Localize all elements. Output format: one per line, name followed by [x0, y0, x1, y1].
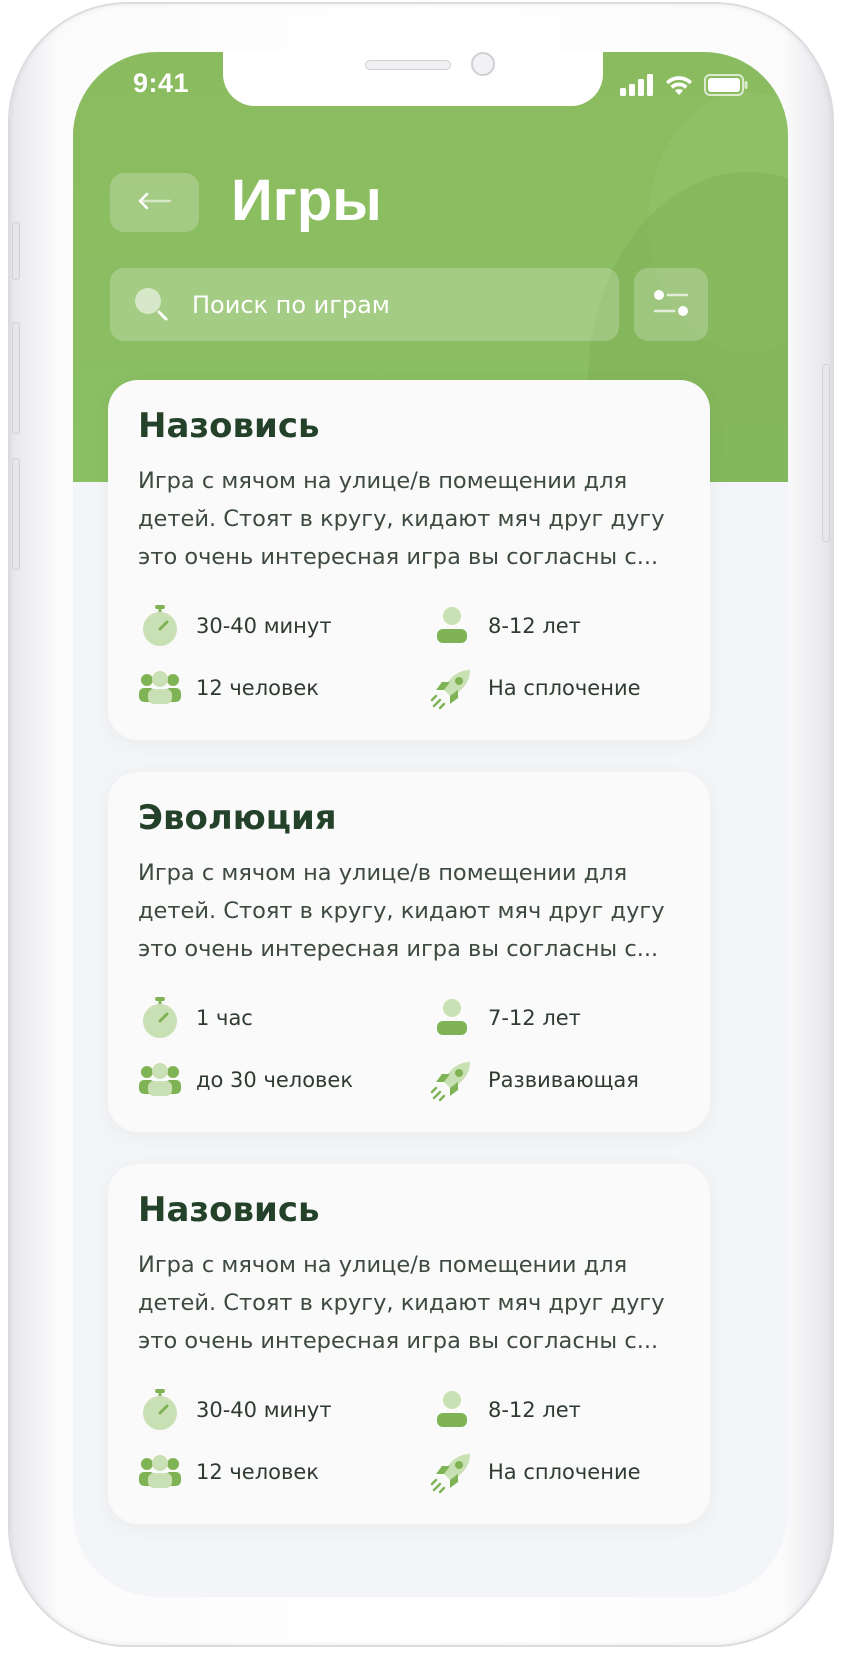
game-duration: 30-40 минут: [138, 604, 332, 648]
duration-label: 30-40 минут: [196, 614, 332, 638]
game-age: 8-12 лет: [430, 604, 581, 648]
rocket-icon: [430, 1450, 474, 1494]
category-label: Развивающая: [488, 1068, 639, 1092]
game-description: Игра с мячом на улице/в помещении для де…: [138, 468, 665, 570]
rocket-icon: [430, 666, 474, 710]
stopwatch-icon: [138, 1388, 182, 1432]
wifi-icon: [664, 74, 694, 100]
phone-frame: 9:41 Игры Поиск по играм Назовись Игра с…: [10, 4, 832, 1645]
duration-label: 1 час: [196, 1006, 253, 1030]
status-time: 9:41: [133, 68, 190, 98]
game-category: Развивающая: [430, 1058, 639, 1102]
search-icon: [132, 285, 172, 325]
person-icon: [430, 1388, 474, 1432]
category-label: На сплочение: [488, 1460, 641, 1484]
filter-icon: [651, 287, 691, 323]
rocket-icon: [430, 1058, 474, 1102]
stopwatch-icon: [138, 604, 182, 648]
battery-icon: [704, 74, 748, 100]
search-input[interactable]: [190, 289, 590, 320]
game-players: 12 человек: [138, 666, 319, 710]
game-category: На сплочение: [430, 1450, 641, 1494]
front-camera: [471, 52, 495, 76]
game-category: На сплочение: [430, 666, 641, 710]
game-card[interactable]: Эволюция Игра с мячом на улице/в помещен…: [108, 772, 710, 1132]
game-players: 12 человек: [138, 1450, 319, 1494]
mute-switch: [12, 222, 20, 280]
game-title: Назовись: [138, 1190, 320, 1230]
stopwatch-icon: [138, 996, 182, 1040]
arrow-left-icon: [138, 191, 172, 215]
group-icon: [138, 666, 182, 710]
category-label: На сплочение: [488, 676, 641, 700]
duration-label: 30-40 минут: [196, 1398, 332, 1422]
game-card[interactable]: Назовись Игра с мячом на улице/в помещен…: [108, 380, 710, 740]
age-label: 7-12 лет: [488, 1006, 581, 1030]
status-icons: [620, 74, 748, 100]
speaker-grille: [365, 60, 451, 70]
volume-down-button: [12, 458, 20, 570]
group-icon: [138, 1450, 182, 1494]
game-card[interactable]: Назовись Игра с мячом на улице/в помещен…: [108, 1164, 710, 1524]
game-description: Игра с мячом на улице/в помещении для де…: [138, 1252, 665, 1354]
players-label: 12 человек: [196, 676, 319, 700]
game-duration: 1 час: [138, 996, 253, 1040]
page-title: Игры: [231, 168, 382, 233]
person-icon: [430, 604, 474, 648]
players-label: до 30 человек: [196, 1068, 354, 1092]
volume-up-button: [12, 322, 20, 434]
device-notch: [223, 52, 603, 106]
players-label: 12 человек: [196, 1460, 319, 1484]
games-list: Назовись Игра с мячом на улице/в помещен…: [108, 380, 710, 1556]
age-label: 8-12 лет: [488, 1398, 581, 1422]
app-screen: 9:41 Игры Поиск по играм Назовись Игра с…: [73, 52, 788, 1597]
game-players: до 30 человек: [138, 1058, 353, 1102]
game-description: Игра с мячом на улице/в помещении для де…: [138, 860, 665, 962]
game-title: Назовись: [138, 406, 320, 446]
search-box[interactable]: [110, 268, 619, 341]
game-duration: 30-40 минут: [138, 1388, 332, 1432]
game-title: Эволюция: [138, 798, 337, 838]
signal-icon: [620, 74, 654, 100]
filter-button[interactable]: [634, 268, 708, 341]
power-button: [822, 364, 830, 542]
back-button[interactable]: [110, 173, 199, 232]
person-icon: [430, 996, 474, 1040]
game-age: 7-12 лет: [430, 996, 581, 1040]
group-icon: [138, 1058, 182, 1102]
age-label: 8-12 лет: [488, 614, 581, 638]
game-age: 8-12 лет: [430, 1388, 581, 1432]
